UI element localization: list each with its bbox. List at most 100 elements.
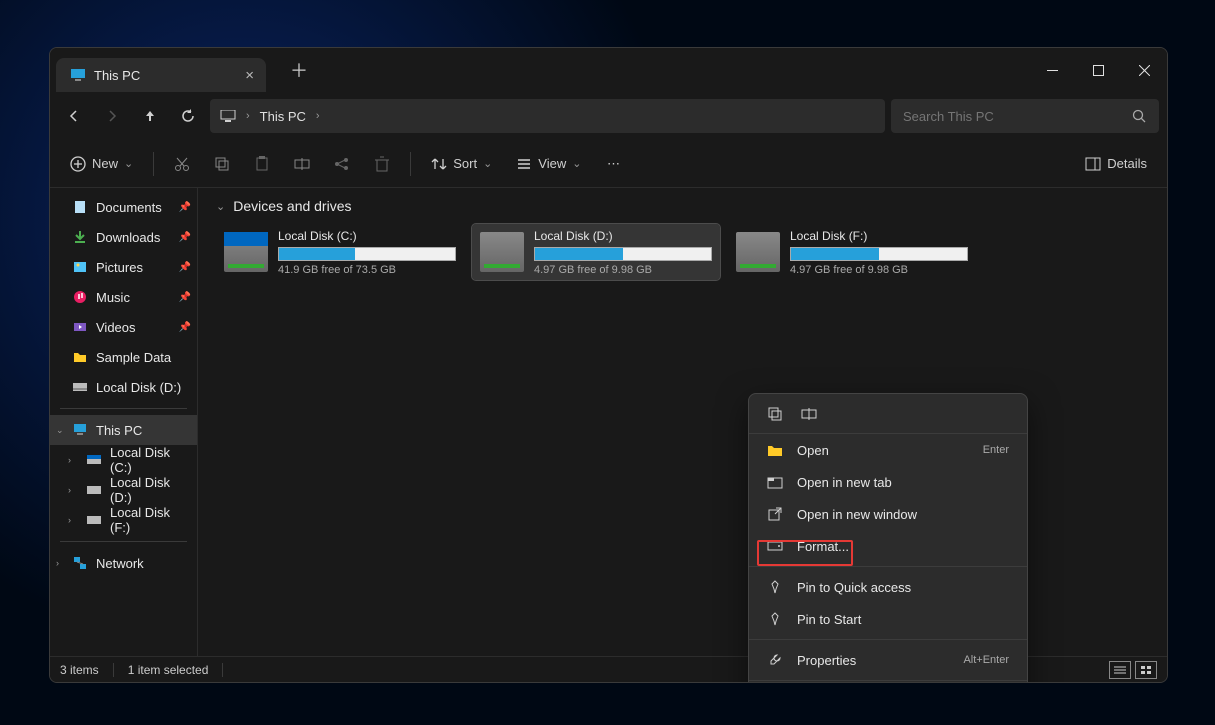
search-box[interactable] xyxy=(891,99,1159,133)
tab-label: This PC xyxy=(94,68,140,83)
copy-icon[interactable] xyxy=(767,406,783,422)
chevron-right-icon[interactable]: › xyxy=(316,110,320,122)
drive-icon xyxy=(767,538,783,554)
pin-icon: 📌 xyxy=(179,202,191,213)
chevron-right-icon[interactable]: › xyxy=(68,515,71,525)
breadcrumb[interactable]: › This PC › xyxy=(210,99,885,133)
chevron-down-icon: ⌄ xyxy=(124,157,133,170)
monitor-icon xyxy=(70,67,86,83)
refresh-button[interactable] xyxy=(172,100,204,132)
grid-view-button[interactable] xyxy=(1135,661,1157,679)
delete-button[interactable] xyxy=(364,147,400,181)
external-icon xyxy=(767,506,783,522)
paste-button[interactable] xyxy=(244,147,280,181)
tab-icon xyxy=(767,474,783,490)
drive-icon xyxy=(480,232,524,272)
ctx-open[interactable]: OpenEnter xyxy=(749,434,1027,466)
sidebar-item-network[interactable]: ›Network xyxy=(50,548,197,578)
monitor-icon xyxy=(220,108,236,124)
drive-icon xyxy=(72,379,88,395)
sidebar-item-sample-data[interactable]: Sample Data xyxy=(50,342,197,372)
tab-close-icon[interactable]: × xyxy=(245,67,254,84)
drive-f[interactable]: Local Disk (F:) 4.97 GB free of 9.98 GB xyxy=(728,224,976,280)
search-input[interactable] xyxy=(903,109,1123,124)
drive-d[interactable]: Local Disk (D:) 4.97 GB free of 9.98 GB xyxy=(472,224,720,280)
breadcrumb-location[interactable]: This PC xyxy=(260,109,306,124)
sort-icon xyxy=(431,156,447,172)
rename-icon[interactable] xyxy=(801,406,817,422)
storage-bar xyxy=(534,247,712,261)
ctx-pin-start[interactable]: Pin to Start xyxy=(749,603,1027,635)
chevron-right-icon[interactable]: › xyxy=(68,455,71,465)
rename-icon xyxy=(294,156,310,172)
drive-icon xyxy=(736,232,780,272)
chevron-right-icon[interactable]: › xyxy=(56,558,59,568)
up-button[interactable] xyxy=(134,100,166,132)
copy-icon xyxy=(214,156,230,172)
drive-c[interactable]: Local Disk (C:) 41.9 GB free of 73.5 GB xyxy=(216,224,464,280)
chevron-down-icon: ⌄ xyxy=(483,157,492,170)
list-view-button[interactable] xyxy=(1109,661,1131,679)
content-area: ⌄ Devices and drives Local Disk (C:) 41.… xyxy=(198,188,1167,656)
ctx-open-tab[interactable]: Open in new tab xyxy=(749,466,1027,498)
sidebar-item-local-c[interactable]: ›Local Disk (C:) xyxy=(50,445,197,475)
forward-button[interactable] xyxy=(96,100,128,132)
folder-icon xyxy=(72,349,88,365)
tab-this-pc[interactable]: This PC × xyxy=(56,58,266,92)
view-button[interactable]: View ⌄ xyxy=(506,147,591,181)
new-button[interactable]: New ⌄ xyxy=(60,147,143,181)
drive-icon xyxy=(86,512,102,528)
copy-button[interactable] xyxy=(204,147,240,181)
sidebar-item-local-d[interactable]: ›Local Disk (D:) xyxy=(50,475,197,505)
minimize-button[interactable] xyxy=(1029,48,1075,92)
pictures-icon xyxy=(72,259,88,275)
storage-bar xyxy=(790,247,968,261)
close-button[interactable] xyxy=(1121,48,1167,92)
details-pane-button[interactable]: Details xyxy=(1075,147,1157,181)
sort-button[interactable]: Sort ⌄ xyxy=(421,147,502,181)
maximize-button[interactable] xyxy=(1075,48,1121,92)
sidebar-item-music[interactable]: Music📌 xyxy=(50,282,197,312)
ctx-open-win[interactable]: Open in new window xyxy=(749,498,1027,530)
chevron-down-icon[interactable]: ⌄ xyxy=(56,425,64,436)
pin-icon: 📌 xyxy=(179,232,191,243)
more-button[interactable]: ⋯ xyxy=(595,147,631,181)
sidebar-item-pictures[interactable]: Pictures📌 xyxy=(50,252,197,282)
search-icon[interactable] xyxy=(1131,108,1147,124)
new-tab-button[interactable]: ＋ xyxy=(282,53,316,87)
share-icon xyxy=(334,156,350,172)
details-icon xyxy=(1085,156,1101,172)
ctx-pin-quick[interactable]: Pin to Quick access xyxy=(749,571,1027,603)
status-items: 3 items xyxy=(60,663,99,677)
cut-button[interactable] xyxy=(164,147,200,181)
rename-button[interactable] xyxy=(284,147,320,181)
toolbar: New ⌄ Sort ⌄ View ⌄ ⋯ Details xyxy=(50,140,1167,188)
sidebar-item-this-pc[interactable]: ⌄This PC xyxy=(50,415,197,445)
section-header[interactable]: ⌄ Devices and drives xyxy=(216,198,1149,214)
sidebar-item-videos[interactable]: Videos📌 xyxy=(50,312,197,342)
plus-circle-icon xyxy=(70,156,86,172)
sidebar-item-downloads[interactable]: Downloads📌 xyxy=(50,222,197,252)
music-icon xyxy=(72,289,88,305)
trash-icon xyxy=(374,156,390,172)
chevron-right-icon[interactable]: › xyxy=(68,485,71,495)
view-icon xyxy=(516,156,532,172)
drive-icon xyxy=(86,452,102,468)
document-icon xyxy=(72,199,88,215)
paste-icon xyxy=(254,156,270,172)
pin-icon xyxy=(767,579,783,595)
drive-icon xyxy=(86,482,102,498)
wrench-icon xyxy=(767,652,783,668)
sidebar-item-documents[interactable]: Documents📌 xyxy=(50,192,197,222)
sidebar-item-local-f[interactable]: ›Local Disk (F:) xyxy=(50,505,197,535)
network-icon xyxy=(72,555,88,571)
address-bar: › This PC › xyxy=(50,92,1167,140)
chevron-down-icon[interactable]: ⌄ xyxy=(216,200,225,213)
chevron-down-icon: ⌄ xyxy=(572,157,581,170)
ctx-format[interactable]: Format... xyxy=(749,530,1027,562)
sidebar-item-local-d-quick[interactable]: Local Disk (D:) xyxy=(50,372,197,402)
ctx-properties[interactable]: PropertiesAlt+Enter xyxy=(749,644,1027,676)
back-button[interactable] xyxy=(58,100,90,132)
share-button[interactable] xyxy=(324,147,360,181)
sidebar: Documents📌 Downloads📌 Pictures📌 Music📌 V… xyxy=(50,188,198,656)
